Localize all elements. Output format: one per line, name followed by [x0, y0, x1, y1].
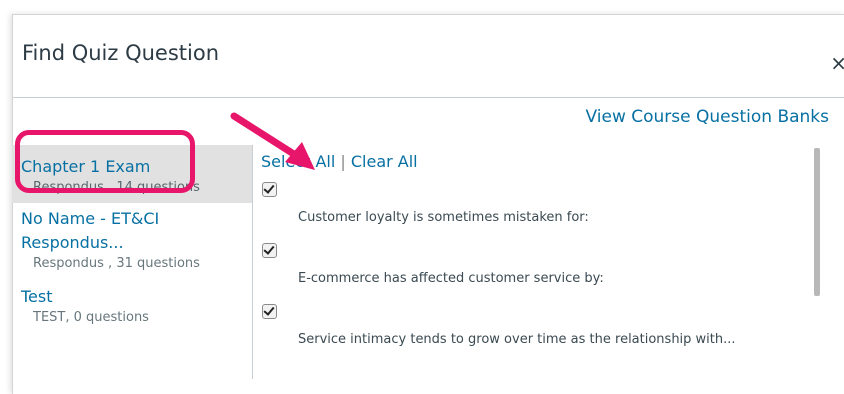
list-item: E-commerce has affected customer service… — [261, 243, 811, 287]
bank-name[interactable]: No Name - ET&CI Respondus... — [21, 207, 221, 255]
list-item: Customer loyalty is sometimes mistaken f… — [261, 182, 811, 226]
question-text: Customer loyalty is sometimes mistaken f… — [298, 210, 589, 225]
question-text: Service intimacy tends to grow over time… — [298, 332, 736, 347]
question-checkbox[interactable] — [262, 182, 277, 197]
question-text: E-commerce has affected customer service… — [298, 271, 604, 286]
question-checkbox[interactable] — [262, 304, 277, 319]
view-course-question-banks-link[interactable]: View Course Question Banks — [586, 107, 830, 127]
highlight-annotation-box — [15, 130, 195, 193]
bank-meta: Respondus , 31 questions — [33, 256, 200, 271]
bank-item-test[interactable]: Test TEST, 0 questions — [12, 285, 252, 327]
bank-item-no-name[interactable]: No Name - ET&CI Respondus... Respondus ,… — [12, 207, 252, 273]
clear-all-link[interactable]: Clear All — [351, 152, 418, 171]
close-icon[interactable]: × — [830, 51, 844, 75]
question-checkbox[interactable] — [262, 243, 277, 258]
pane-divider — [252, 145, 253, 379]
question-list: Select All | Clear All Customer loyalty … — [261, 145, 811, 379]
scrollbar[interactable] — [814, 148, 820, 296]
link-separator: | — [340, 152, 346, 171]
bank-name[interactable]: Test — [21, 285, 252, 309]
dialog-title: Find Quiz Question — [22, 41, 219, 65]
select-links: Select All | Clear All — [261, 145, 811, 174]
dialog-titlebar: Find Quiz Question × — [13, 15, 844, 98]
list-item: Service intimacy tends to grow over time… — [261, 304, 811, 348]
bank-meta: TEST, 0 questions — [33, 310, 149, 325]
arrow-annotation-icon — [230, 112, 315, 170]
